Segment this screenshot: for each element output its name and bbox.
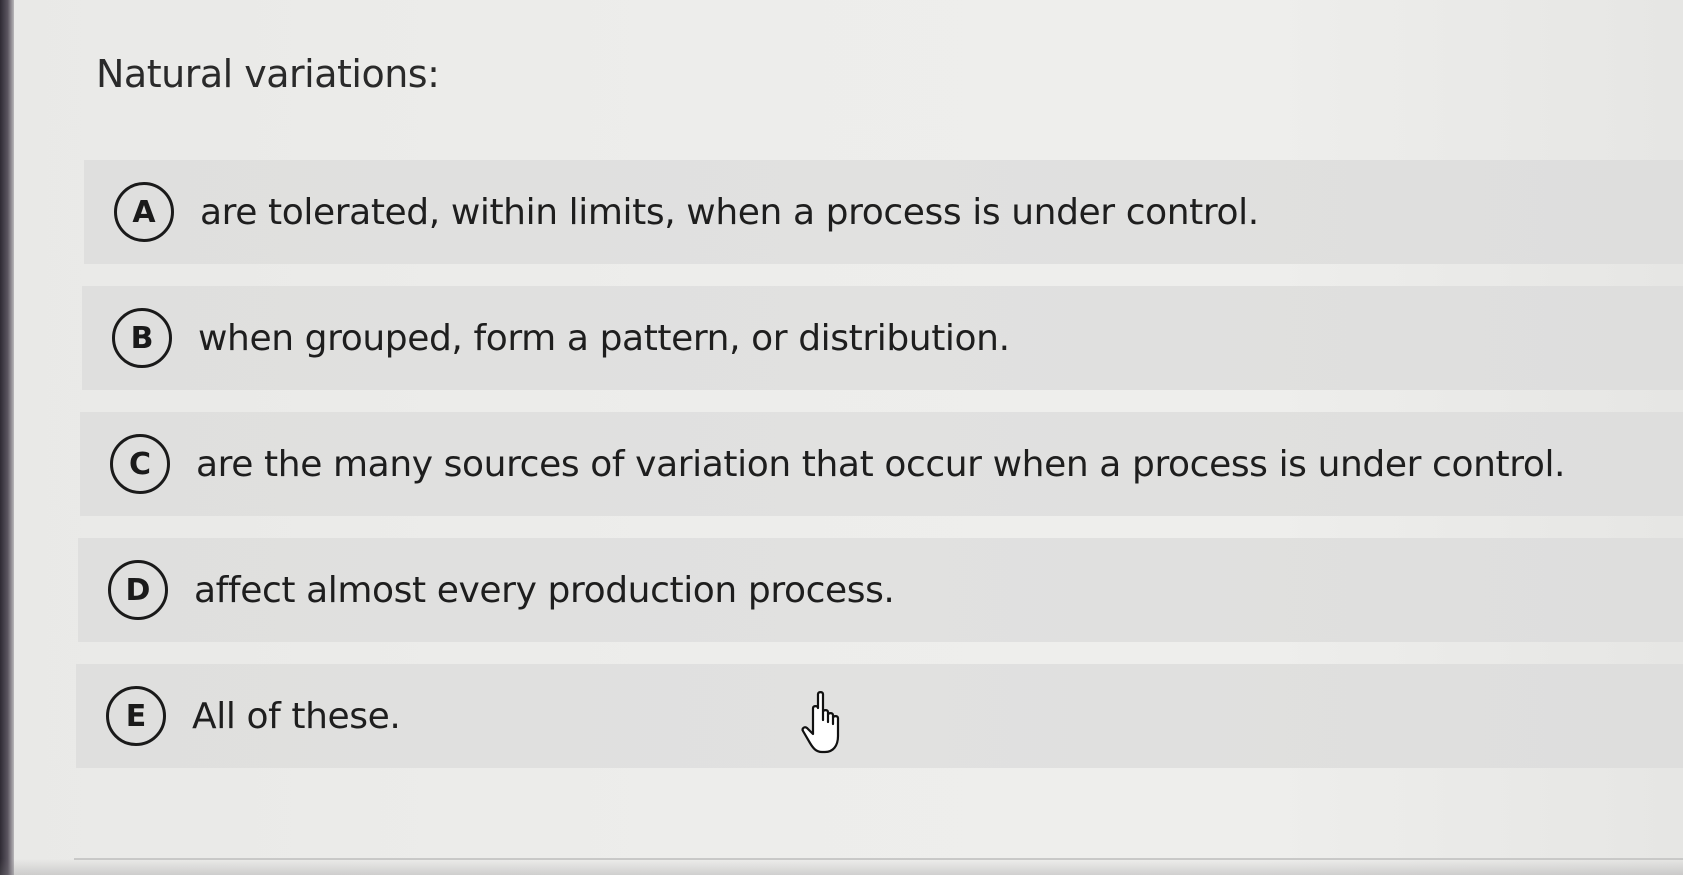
option-d-text: affect almost every production process.: [194, 569, 895, 611]
option-b-text: when grouped, form a pattern, or distrib…: [198, 317, 1010, 359]
option-a-letter[interactable]: A: [114, 182, 174, 242]
option-e-text: All of these.: [192, 695, 401, 737]
option-c-text: are the many sources of variation that o…: [196, 443, 1566, 485]
screen-bottom-shade: [0, 859, 1683, 875]
answer-options: A are tolerated, within limits, when a p…: [76, 160, 1683, 790]
option-e[interactable]: E All of these.: [76, 664, 1683, 768]
option-c-letter[interactable]: C: [110, 434, 170, 494]
option-a-text: are tolerated, within limits, when a pro…: [200, 191, 1259, 233]
option-b-letter[interactable]: B: [112, 308, 172, 368]
question-text: Natural variations:: [96, 52, 440, 96]
option-b[interactable]: B when grouped, form a pattern, or distr…: [82, 286, 1683, 390]
option-e-letter[interactable]: E: [106, 686, 166, 746]
screen-bezel: [0, 0, 14, 875]
option-d[interactable]: D affect almost every production process…: [78, 538, 1683, 642]
option-d-letter[interactable]: D: [108, 560, 168, 620]
option-c[interactable]: C are the many sources of variation that…: [80, 412, 1683, 516]
option-a[interactable]: A are tolerated, within limits, when a p…: [84, 160, 1683, 264]
hand-pointer-icon: [801, 691, 840, 754]
